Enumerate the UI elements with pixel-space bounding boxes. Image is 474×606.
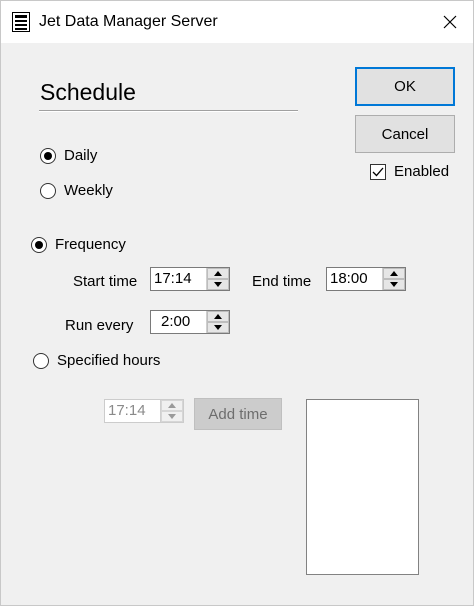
run-every-spinner[interactable]: 2:00 <box>150 310 230 334</box>
arrow-up-icon <box>390 271 398 276</box>
start-time-value[interactable]: 17:14 <box>151 268 206 290</box>
radio-weekly[interactable]: Weekly <box>40 182 113 199</box>
end-time-down-button[interactable] <box>383 279 405 290</box>
radio-frequency-label: Frequency <box>55 236 126 253</box>
arrow-up-icon <box>214 314 222 319</box>
run-every-value[interactable]: 2:00 <box>151 311 206 333</box>
end-time-label: End time <box>252 273 312 290</box>
specified-time-up-button[interactable] <box>161 400 183 411</box>
specified-time-down-button[interactable] <box>161 411 183 422</box>
arrow-down-icon <box>168 414 176 419</box>
checkmark-icon <box>372 167 384 176</box>
arrow-up-icon <box>214 271 222 276</box>
close-button[interactable] <box>427 1 473 43</box>
ok-button[interactable]: OK <box>355 67 455 106</box>
enabled-checkbox[interactable]: Enabled <box>370 163 449 180</box>
title-bar[interactable]: Jet Data Manager Server <box>1 1 473 43</box>
arrow-down-icon <box>214 282 222 287</box>
radio-daily-indicator[interactable] <box>40 147 56 164</box>
dialog-window: Jet Data Manager Server Schedule OK Canc… <box>0 0 474 606</box>
radio-frequency[interactable]: Frequency <box>31 236 126 253</box>
start-time-down-button[interactable] <box>207 279 229 290</box>
start-time-spinner[interactable]: 17:14 <box>150 267 230 291</box>
radio-frequency-indicator[interactable] <box>31 236 47 253</box>
window-title: Jet Data Manager Server <box>39 13 218 30</box>
run-every-up-button[interactable] <box>207 311 229 322</box>
heading-divider <box>39 110 298 112</box>
end-time-up-button[interactable] <box>383 268 405 279</box>
radio-daily-label: Daily <box>64 147 98 164</box>
start-time-up-button[interactable] <box>207 268 229 279</box>
run-every-arrows <box>206 311 229 333</box>
cancel-button[interactable]: Cancel <box>355 115 455 153</box>
start-time-arrows <box>206 268 229 290</box>
end-time-value[interactable]: 18:00 <box>327 268 382 290</box>
close-icon <box>443 15 457 29</box>
start-time-label: Start time <box>73 273 138 290</box>
radio-specified-hours-label: Specified hours <box>57 352 161 369</box>
specified-time-arrows <box>160 400 183 422</box>
run-every-label: Run every <box>65 317 134 334</box>
add-time-button[interactable]: Add time <box>194 398 282 430</box>
arrow-down-icon <box>214 325 222 330</box>
checkbox-box[interactable] <box>370 163 386 180</box>
specified-time-spinner[interactable]: 17:14 <box>104 399 184 423</box>
radio-weekly-indicator[interactable] <box>40 182 56 199</box>
arrow-up-icon <box>168 403 176 408</box>
radio-daily[interactable]: Daily <box>40 147 97 164</box>
radio-weekly-label: Weekly <box>64 182 113 199</box>
radio-specified-hours-indicator[interactable] <box>33 352 49 369</box>
radio-specified-hours[interactable]: Specified hours <box>33 352 160 369</box>
specified-time-value[interactable]: 17:14 <box>105 400 160 422</box>
specified-hours-list[interactable] <box>306 399 419 575</box>
server-app-icon <box>12 12 30 32</box>
arrow-down-icon <box>390 282 398 287</box>
run-every-down-button[interactable] <box>207 322 229 333</box>
enabled-label: Enabled <box>394 163 450 180</box>
end-time-spinner[interactable]: 18:00 <box>326 267 406 291</box>
end-time-arrows <box>382 268 405 290</box>
page-title: Schedule <box>40 79 136 105</box>
